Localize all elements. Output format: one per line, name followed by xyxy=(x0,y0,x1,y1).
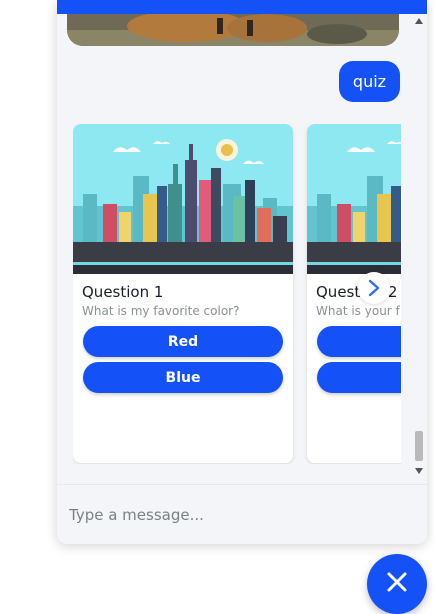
close-chat-button[interactable] xyxy=(367,554,427,614)
card-title: Question 1 xyxy=(82,283,164,301)
user-message-text: quiz xyxy=(352,72,387,91)
answer-button[interactable] xyxy=(317,362,401,393)
scroll-up-icon[interactable] xyxy=(415,18,423,24)
message-list[interactable]: quiz Question 1 What is my favorite colo… xyxy=(57,14,427,484)
chat-widget: quiz Question 1 What is my favorite colo… xyxy=(57,0,427,544)
close-icon xyxy=(387,572,407,592)
message-scrollbar[interactable] xyxy=(411,14,427,484)
chat-header xyxy=(57,0,427,14)
message-input[interactable] xyxy=(67,497,411,533)
scroll-down-icon[interactable] xyxy=(415,468,423,474)
previous-image-message xyxy=(67,14,399,46)
answer-red-button[interactable]: Red xyxy=(83,326,283,357)
scrollbar-thumb[interactable] xyxy=(415,431,423,461)
answer-blue-button[interactable]: Blue xyxy=(83,362,283,393)
card-image xyxy=(73,124,293,274)
card-subtitle: What is your f xyxy=(316,304,400,318)
composer xyxy=(57,484,427,544)
chevron-right-icon xyxy=(368,279,380,297)
answer-button[interactable] xyxy=(317,326,401,357)
carousel-card: Question 1 What is my favorite color? Re… xyxy=(73,124,293,463)
carousel-next-button[interactable] xyxy=(358,272,390,304)
user-message-bubble: quiz xyxy=(339,61,400,102)
card-image xyxy=(307,124,401,274)
card-carousel[interactable]: Question 1 What is my favorite color? Re… xyxy=(73,124,401,464)
card-subtitle: What is my favorite color? xyxy=(82,304,240,318)
